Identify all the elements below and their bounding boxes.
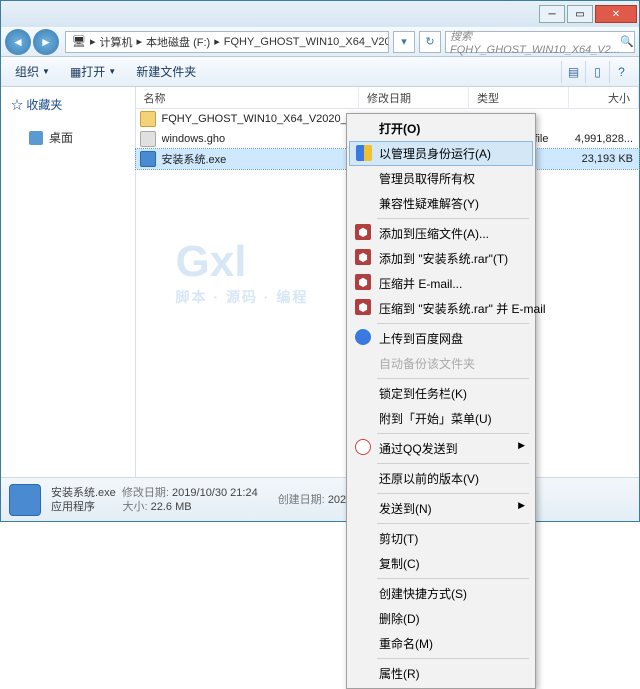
ctx-take-ownership[interactable]: 管理员取得所有权 [349, 166, 533, 191]
search-icon: 🔍 [620, 35, 634, 48]
ctx-send-to[interactable]: 发送到(N)▶ [349, 496, 533, 521]
exe-icon [140, 151, 156, 167]
col-type[interactable]: 类型 [469, 87, 569, 108]
back-button[interactable]: ◄ [5, 29, 31, 55]
refresh-button[interactable]: ↻ [419, 31, 441, 53]
separator [377, 378, 529, 379]
ctx-run-as-admin[interactable]: 以管理员身份运行(A) [349, 141, 533, 166]
status-file-icon [9, 484, 41, 516]
col-name[interactable]: 名称 [136, 87, 360, 108]
navbar: ◄ ► 🖥 ▸ 计算机 ▸ 本地磁盘 (F:) ▸ FQHY_GHOST_WIN… [1, 27, 639, 57]
search-input[interactable]: 搜索 FQHY_GHOST_WIN10_X64_V2... 🔍 [445, 31, 635, 53]
sidebar: ☆ 收藏夹 桌面 [1, 87, 136, 477]
separator [377, 463, 529, 464]
status-bar: 安装系统.exe 修改日期: 2019/10/30 21:24 应用程序 大小:… [1, 477, 639, 521]
rar-icon: ⬢ [355, 249, 371, 265]
explorer-window: ─ ▭ ✕ ◄ ► 🖥 ▸ 计算机 ▸ 本地磁盘 (F:) ▸ FQHY_GHO… [0, 0, 640, 522]
submenu-arrow-icon: ▶ [518, 500, 525, 511]
folder-icon [140, 111, 156, 127]
ctx-cut[interactable]: 剪切(T) [349, 526, 533, 551]
ctx-add-rar[interactable]: ⬢添加到 "安装系统.rar"(T) [349, 246, 533, 271]
crumb-drive[interactable]: 本地磁盘 (F:) [146, 34, 210, 50]
baidu-icon [355, 329, 371, 345]
favorites-header[interactable]: ☆ 收藏夹 [1, 93, 135, 116]
ctx-zip-email[interactable]: ⬢压缩并 E-mail... [349, 271, 533, 296]
ctx-rename[interactable]: 重命名(M) [349, 631, 533, 656]
ctx-pin-taskbar[interactable]: 锁定到任务栏(K) [349, 381, 533, 406]
address-dropdown[interactable]: ▾ [393, 31, 415, 53]
col-date[interactable]: 修改日期 [359, 87, 469, 108]
rar-icon: ⬢ [355, 299, 371, 315]
col-size[interactable]: 大小 [569, 87, 639, 108]
separator [377, 523, 529, 524]
separator [377, 578, 529, 579]
ctx-zip-rar-email[interactable]: ⬢压缩到 "安装系统.rar" 并 E-mail [349, 296, 533, 321]
ctx-auto-backup[interactable]: 自动备份该文件夹 [349, 351, 533, 376]
separator [377, 218, 529, 219]
submenu-arrow-icon: ▶ [518, 440, 525, 451]
status-filename: 安装系统.exe [51, 487, 116, 499]
ctx-pin-start[interactable]: 附到「开始」菜单(U) [349, 406, 533, 431]
toolbar: 组织▼ ▦ 打开▼ 新建文件夹 ▤ ▯ ? [1, 57, 639, 87]
minimize-button[interactable]: ─ [539, 5, 565, 23]
column-header: 名称 修改日期 类型 大小 [136, 87, 640, 109]
chevron-down-icon: ▼ [42, 67, 50, 76]
separator [377, 323, 529, 324]
ctx-copy[interactable]: 复制(C) [349, 551, 533, 576]
ctx-add-archive[interactable]: ⬢添加到压缩文件(A)... [349, 221, 533, 246]
status-filetype: 应用程序 [51, 501, 95, 513]
separator [377, 493, 529, 494]
preview-pane-button[interactable]: ▯ [585, 61, 609, 83]
shield-icon [356, 145, 372, 161]
computer-icon: 🖥 [72, 35, 86, 48]
ctx-qq-send[interactable]: 通过QQ发送到▶ [349, 436, 533, 461]
sidebar-desktop[interactable]: 桌面 [1, 126, 135, 149]
new-folder-button[interactable]: 新建文件夹 [128, 60, 204, 83]
ctx-open[interactable]: 打开(O) [349, 116, 533, 141]
crumb-computer[interactable]: 计算机 [100, 34, 133, 50]
ctx-delete[interactable]: 删除(D) [349, 606, 533, 631]
help-button[interactable]: ? [609, 61, 633, 83]
ctx-create-shortcut[interactable]: 创建快捷方式(S) [349, 581, 533, 606]
rar-icon: ⬢ [355, 224, 371, 240]
watermark: Gxl 脚本 · 源码 · 编程 [176, 237, 309, 307]
crumb-folder[interactable]: FQHY_GHOST_WIN10_X64_V2020_07 [224, 36, 389, 48]
forward-button[interactable]: ► [33, 29, 59, 55]
open-button[interactable]: ▦ 打开▼ [62, 60, 124, 83]
search-placeholder: 搜索 FQHY_GHOST_WIN10_X64_V2... [450, 28, 620, 56]
separator [377, 658, 529, 659]
titlebar: ─ ▭ ✕ [1, 1, 639, 27]
separator [377, 433, 529, 434]
ctx-properties[interactable]: 属性(R) [349, 661, 533, 686]
view-button[interactable]: ▤ [561, 61, 585, 83]
breadcrumb[interactable]: 🖥 ▸ 计算机 ▸ 本地磁盘 (F:) ▸ FQHY_GHOST_WIN10_X… [65, 31, 389, 53]
context-menu: 打开(O) 以管理员身份运行(A) 管理员取得所有权 兼容性疑难解答(Y) ⬢添… [346, 113, 536, 689]
maximize-button[interactable]: ▭ [567, 5, 593, 23]
body: ☆ 收藏夹 桌面 名称 修改日期 类型 大小 FQHY_GHOST_WIN10_… [1, 87, 639, 477]
ctx-compat-troubleshoot[interactable]: 兼容性疑难解答(Y) [349, 191, 533, 216]
organize-button[interactable]: 组织▼ [7, 60, 58, 83]
desktop-icon [29, 131, 43, 145]
rar-icon: ⬢ [355, 274, 371, 290]
ctx-baidu-upload[interactable]: 上传到百度网盘 [349, 326, 533, 351]
ctx-restore-version[interactable]: 还原以前的版本(V) [349, 466, 533, 491]
close-button[interactable]: ✕ [595, 5, 637, 23]
file-icon [140, 131, 156, 147]
qq-icon [355, 439, 371, 455]
